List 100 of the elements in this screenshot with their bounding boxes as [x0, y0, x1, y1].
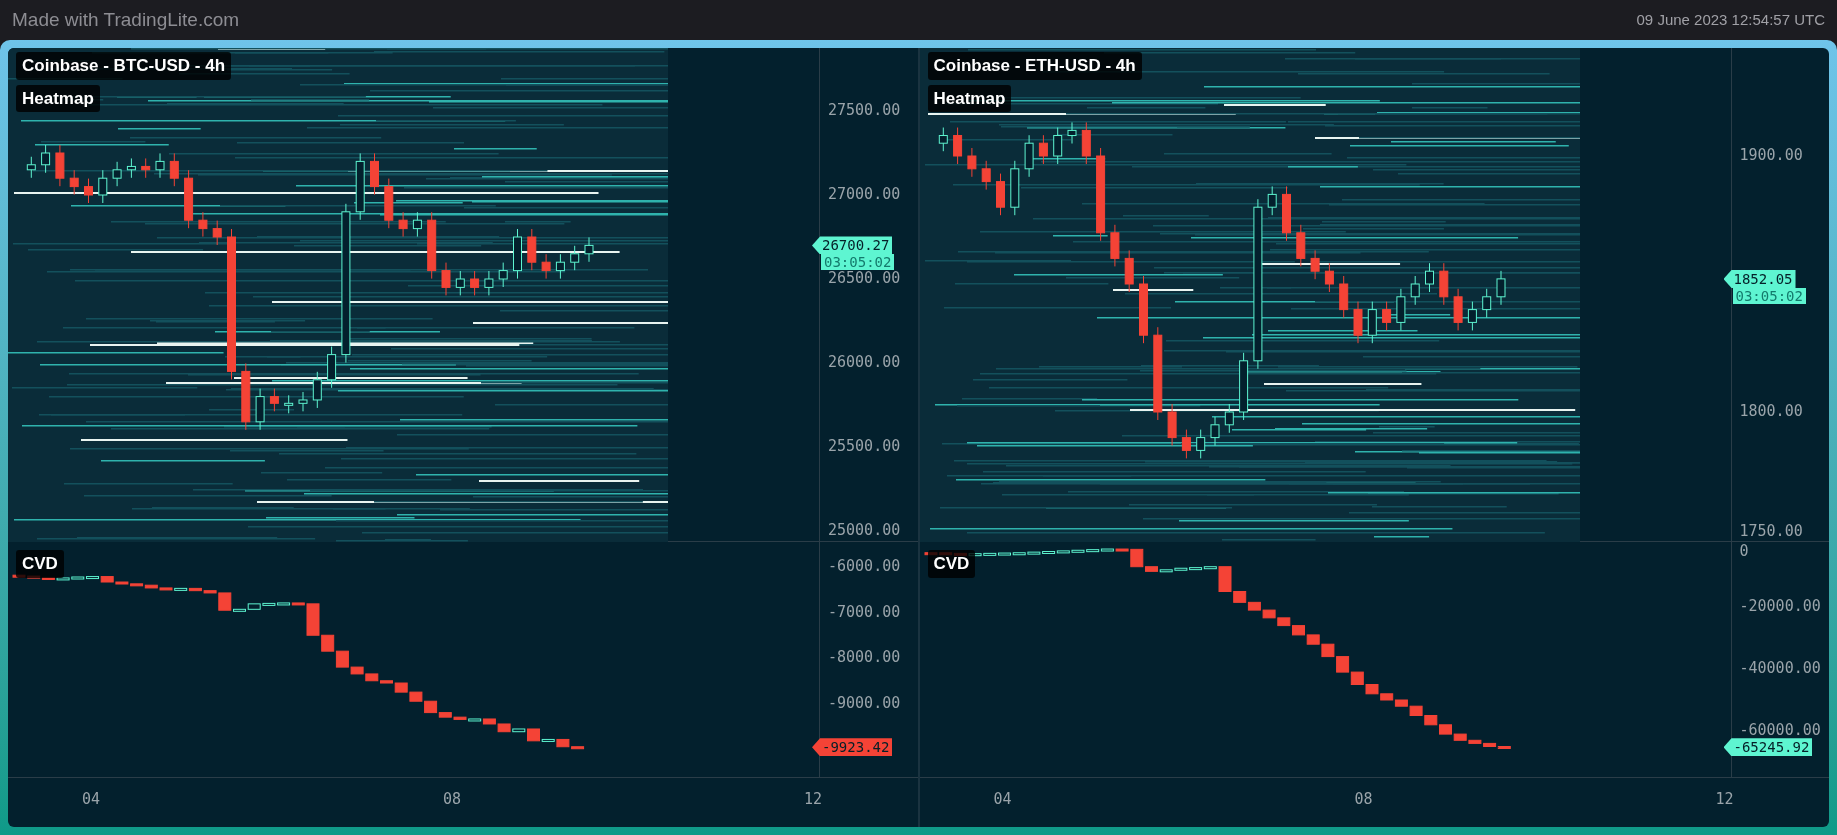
candle — [966, 147, 976, 178]
candle — [212, 220, 222, 246]
candle — [995, 173, 1005, 216]
indicator-label: Heatmap — [16, 84, 100, 112]
candle — [1395, 288, 1405, 331]
candle — [1410, 275, 1420, 306]
candle — [255, 388, 265, 431]
chart-title: Coinbase - ETH-USD - 4h — [927, 52, 1142, 80]
candle — [541, 253, 551, 280]
candle — [1138, 275, 1148, 344]
cvd-candle — [1262, 609, 1276, 619]
cvd-badge: -65245.92 — [1723, 738, 1813, 757]
axis-label: 08 — [1354, 792, 1373, 807]
candle — [398, 211, 408, 238]
candle — [327, 346, 337, 389]
candle — [1496, 270, 1505, 306]
indicator-label: CVD — [16, 550, 64, 578]
cvd-candle — [1306, 634, 1320, 645]
axis-label: 27500.00 — [828, 103, 901, 118]
timestamp: 09 June 2023 12:54:57 UTC — [1636, 9, 1825, 30]
cvd-candle — [1276, 617, 1290, 627]
candle — [1181, 429, 1191, 459]
candle — [26, 156, 36, 179]
candle — [1338, 275, 1348, 319]
price-badge: 26700.27 — [812, 236, 893, 255]
candle — [1353, 301, 1362, 344]
cvd-candle — [1335, 656, 1349, 673]
cvd-candle — [1409, 705, 1423, 716]
candle — [952, 127, 962, 165]
candle — [384, 178, 394, 229]
cvd-candle — [1423, 715, 1437, 726]
candle — [513, 228, 522, 280]
candle — [155, 152, 165, 179]
candle — [570, 245, 580, 271]
axis-label: 26000.00 — [828, 355, 901, 370]
candle — [1067, 121, 1076, 144]
cvd-candle — [1365, 684, 1378, 695]
candle — [1310, 249, 1320, 280]
candle — [1424, 262, 1434, 293]
candle — [981, 160, 991, 191]
cvd-badge: -9923.42 — [812, 738, 893, 757]
indicator-label: CVD — [927, 550, 976, 578]
candle — [1124, 249, 1134, 293]
candle — [1438, 262, 1448, 306]
candle — [141, 157, 151, 179]
candle — [84, 178, 93, 204]
cvd-candle — [1291, 625, 1305, 636]
candle — [298, 391, 308, 412]
axis-label: 12 — [804, 792, 823, 807]
candle — [427, 211, 437, 280]
axis-label: -20000.00 — [1739, 599, 1821, 614]
candle — [98, 169, 108, 204]
candle — [269, 388, 279, 412]
candle — [370, 152, 379, 196]
axis-label: 0 — [1739, 544, 1749, 559]
brand-text: Made with TradingLite.com — [12, 7, 240, 32]
candle — [198, 211, 208, 238]
candle — [584, 236, 594, 263]
axis-label: 1750.00 — [1739, 524, 1803, 539]
candle — [1052, 127, 1062, 165]
candle — [1109, 224, 1119, 267]
axis-label: -7000.00 — [828, 604, 901, 620]
candle — [1481, 288, 1491, 319]
axis-label: 25500.00 — [828, 439, 901, 454]
axis-label: -6000.00 — [828, 559, 901, 574]
candle — [1167, 403, 1177, 447]
candle — [1009, 160, 1019, 216]
candle — [284, 394, 294, 414]
axis-label: -9000.00 — [828, 695, 901, 711]
candle — [938, 127, 948, 152]
candle — [412, 211, 422, 238]
candle — [470, 270, 480, 296]
axis-label: 27000.00 — [828, 187, 901, 202]
candle — [126, 157, 136, 179]
candle — [1238, 352, 1248, 421]
candle — [555, 253, 565, 280]
cvd-candle — [1247, 601, 1261, 611]
candle — [1081, 121, 1091, 165]
candle — [527, 228, 537, 271]
candle — [1210, 416, 1219, 447]
candle — [69, 169, 79, 196]
axis-label: -40000.00 — [1739, 661, 1821, 676]
candle — [312, 371, 322, 409]
candle — [498, 262, 508, 288]
candle — [1281, 185, 1291, 242]
axis-label: 1900.00 — [1739, 148, 1803, 163]
cvd-candle — [409, 691, 423, 702]
cvd-candle — [1438, 724, 1452, 735]
candle — [1453, 288, 1463, 331]
candle — [184, 169, 194, 229]
candle — [1038, 134, 1048, 165]
candle — [1024, 134, 1034, 178]
candle — [55, 144, 65, 187]
axis-label: 04 — [82, 792, 101, 807]
axis-label: 26500.00 — [828, 271, 901, 286]
candle — [484, 270, 494, 296]
candle — [455, 270, 465, 296]
axis-label: 25000.00 — [828, 523, 901, 538]
candle — [1224, 403, 1234, 434]
candle — [1467, 301, 1477, 331]
